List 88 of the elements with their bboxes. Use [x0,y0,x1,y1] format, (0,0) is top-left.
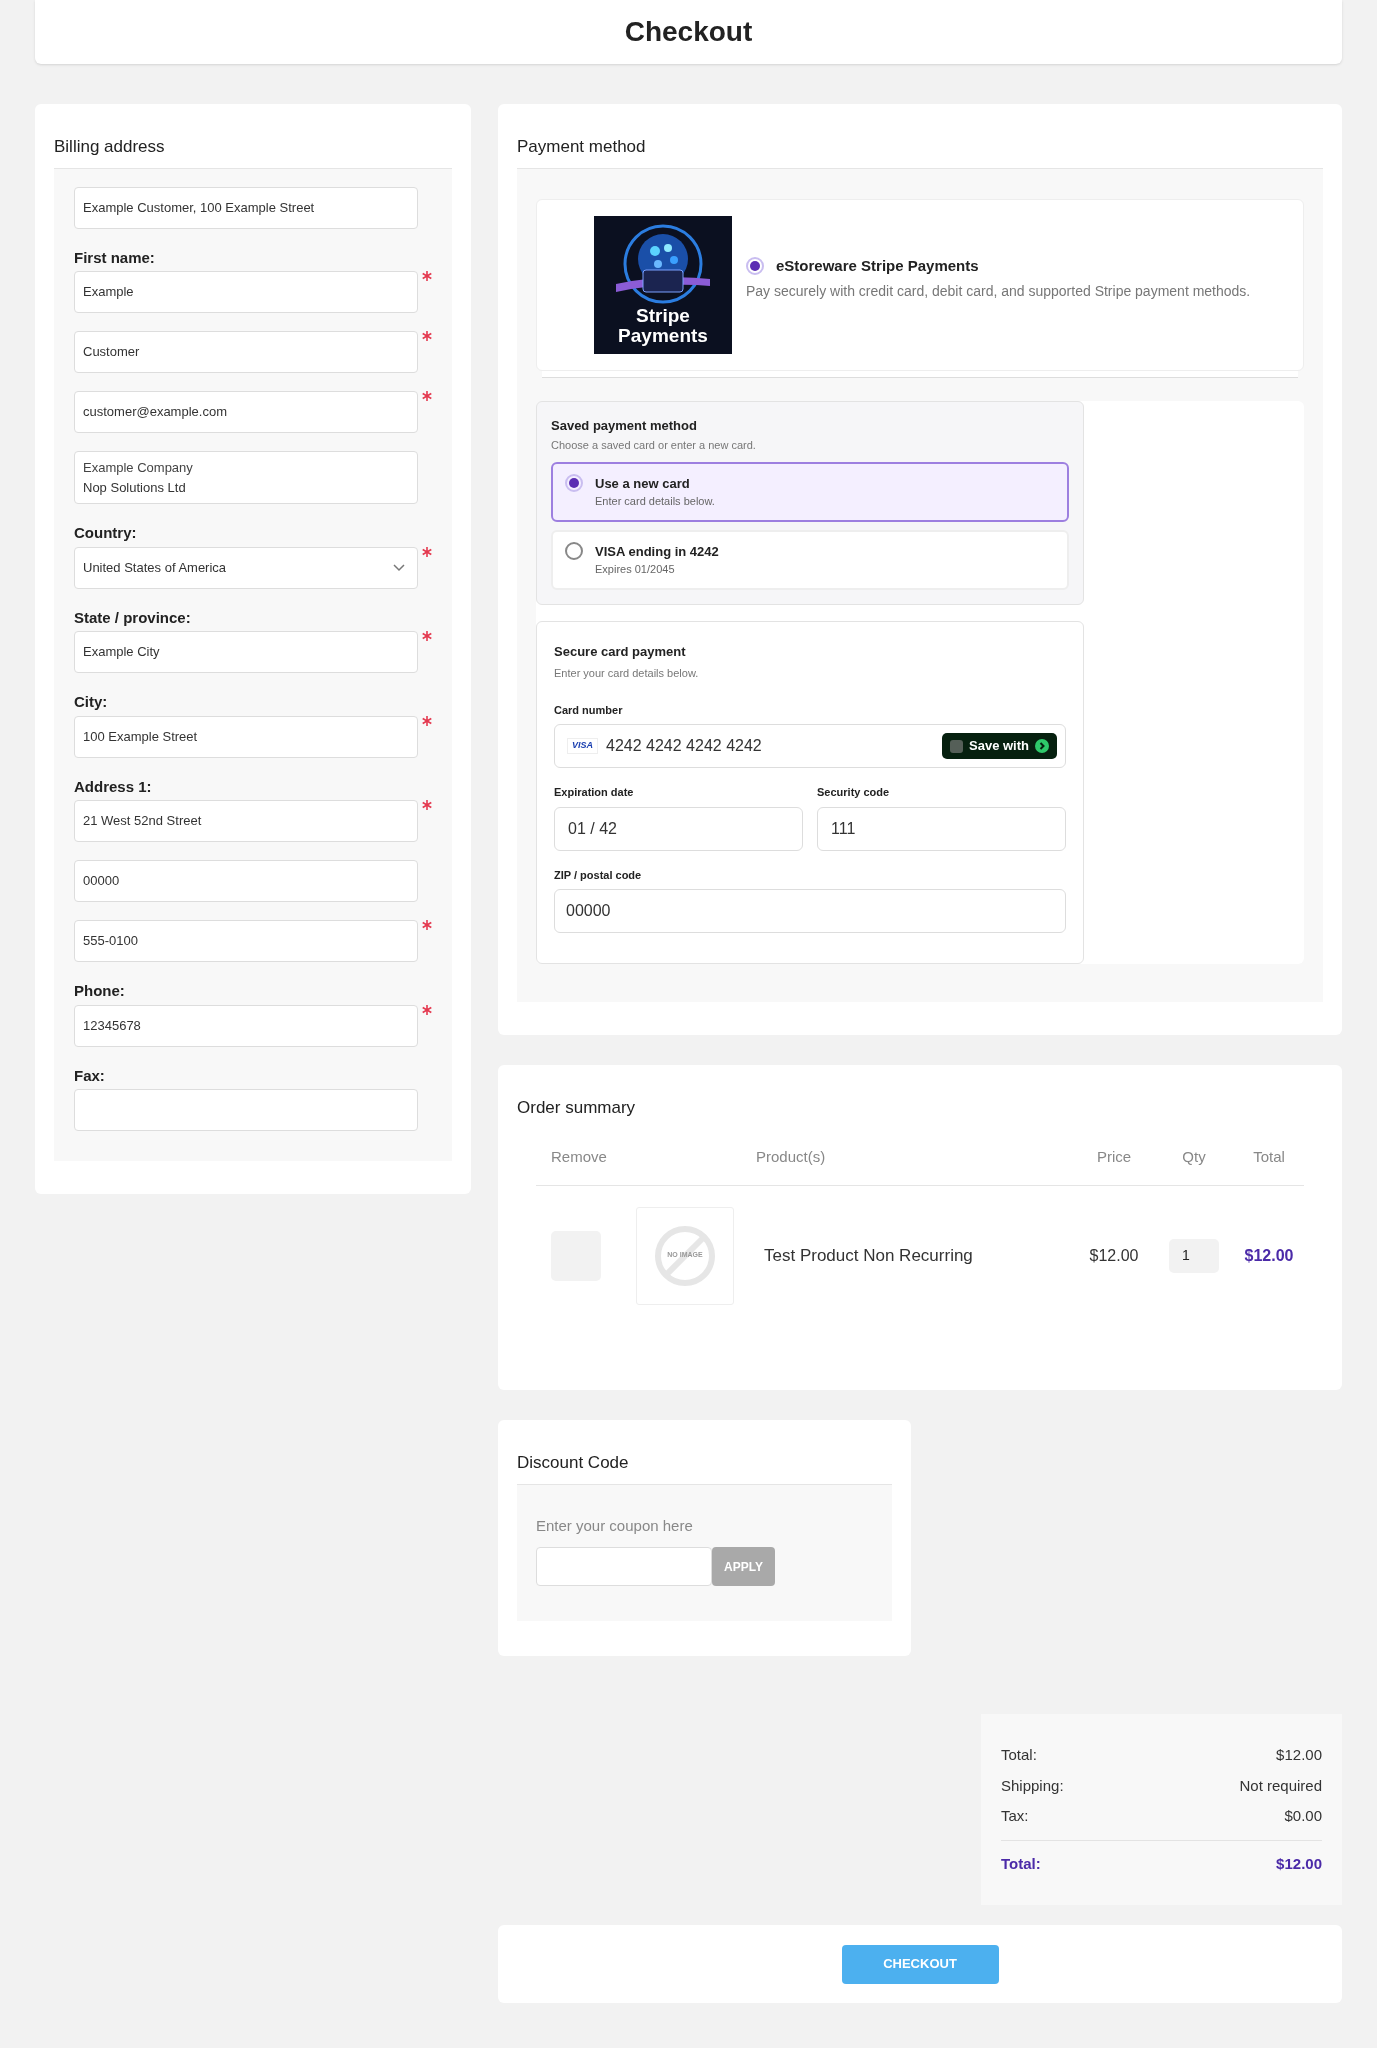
option-title: Use a new card [595,474,691,493]
field-label: Security code [817,785,891,800]
select-field[interactable]: United States of America [74,546,418,589]
total-value: $0.00 [1284,1806,1322,1826]
chevron-right-icon [1035,739,1049,753]
column-header: Total [1252,1147,1286,1168]
card-form-title: Secure card payment [554,642,687,661]
field-label: Address 1: [74,776,153,797]
input-field[interactable]: 111 [817,806,1066,851]
column-header: Product(s) [756,1147,827,1168]
input-field[interactable]: Example City [74,631,418,673]
coupon-prompt: Enter your coupon here [536,1515,694,1536]
card-brand: VISA [567,738,598,754]
chevron-down-icon [393,563,405,572]
field-value: customer@example.com [83,403,227,422]
input-field[interactable]: Example Company Nop Solutions Ltd [74,451,418,504]
input-field[interactable]: 21 West 52nd Street [74,800,418,842]
section-title: Discount Code [517,1450,892,1485]
section-title: Payment method [517,134,1323,169]
field-label: City: [74,692,109,712]
field-value: Nop Solutions Ltd [83,478,186,497]
field-value: 555-0100 [83,932,138,951]
field-label: First name: [74,247,156,268]
section-title: Order summary [517,1097,637,1119]
option-title: VISA ending in 4242 [595,542,719,561]
no-image-icon [654,1224,716,1287]
field-label: Phone: [74,981,126,1001]
logo-text: Stripe Payments [618,305,708,346]
column-header: Qty [1181,1147,1207,1168]
radio-button[interactable] [565,541,583,560]
total-label: Total: [1001,1853,1041,1874]
line-total: $12.00 [1243,1245,1295,1266]
column-header: Price [1095,1147,1133,1168]
method-description: Pay securely with credit card, debit card, and supported Stripe payment methods. [746,282,1251,302]
input-field[interactable]: Example Customer, 100 Example Street [74,186,418,229]
radio-button[interactable] [565,473,583,492]
field-label: Card number [554,702,624,718]
input-field[interactable]: Example [74,271,418,313]
option-detail: Expires 01/2045 [595,562,676,577]
save-checkbox[interactable] [950,739,964,753]
method-name: eStoreware Stripe Payments [776,255,979,276]
section-title: Billing address [54,134,452,169]
field-value: 100 Example Street [83,727,198,746]
field-caption: Example Company [83,459,193,477]
save-with-button[interactable]: Save with [942,733,1057,759]
total-value: Not required [1239,1775,1322,1796]
saved-card-option[interactable]: VISA ending in 4242 Expires 01/2045 [551,529,1069,590]
total-label: Shipping: [1001,1775,1064,1796]
total-label: Tax: [1001,1806,1029,1826]
saved-card-option[interactable]: Use a new card Enter card details below. [551,461,1069,522]
total-label: Total: [1001,1745,1037,1765]
input-field[interactable]: 12345678 [74,1004,418,1047]
total-value: $12.00 [1276,1853,1322,1874]
unit-price: $12.00 [1088,1245,1140,1266]
coupon-field[interactable] [536,1547,712,1586]
option-detail: Enter card details below. [595,494,715,509]
input-field[interactable]: 555-0100 [74,920,418,962]
field-label: ZIP / postal code [554,867,643,883]
input-field[interactable]: 00000 [554,889,1066,933]
field-label: Fax: [74,1065,106,1086]
card-number-field[interactable]: VISA 4242 4242 4242 4242 Save with [554,724,1066,768]
field-value: 21 West 52nd Street [83,812,202,831]
saved-method-title: Saved payment method [551,416,698,435]
input-field[interactable]: customer@example.com [74,391,418,433]
field-value: Customer [83,343,140,362]
field-value: Example [83,283,134,302]
quantity-field[interactable]: 1 [1169,1238,1219,1273]
radio-button[interactable] [746,257,764,275]
field-value: Example City [83,643,160,662]
card-number-value: 4242 4242 4242 4242 [606,736,763,756]
input-field[interactable]: 00000 [74,860,418,902]
card-form-subtitle: Enter your card details below. [554,666,700,681]
field-value: 12345678 [83,1016,141,1035]
column-header: Remove [550,1147,608,1168]
field-label: State / province: [74,607,192,628]
page-title: Checkout [624,15,753,49]
input-field[interactable]: Customer [74,331,418,373]
input-field[interactable]: 01 / 42 [554,806,803,851]
input-field[interactable] [74,1089,418,1131]
saved-method-subtitle: Choose a saved card or enter a new card. [551,438,757,453]
field-value: 00000 [83,872,120,891]
field-label: Country: [74,523,138,543]
product-name[interactable]: Test Product Non Recurring [756,1242,1074,1269]
field-value: Example Customer, 100 Example Street [83,198,315,217]
field-value: United States of America [83,558,227,577]
field-label: Expiration date [554,785,635,800]
input-field[interactable]: 100 Example Street [74,715,418,758]
total-value: $12.00 [1276,1745,1322,1765]
